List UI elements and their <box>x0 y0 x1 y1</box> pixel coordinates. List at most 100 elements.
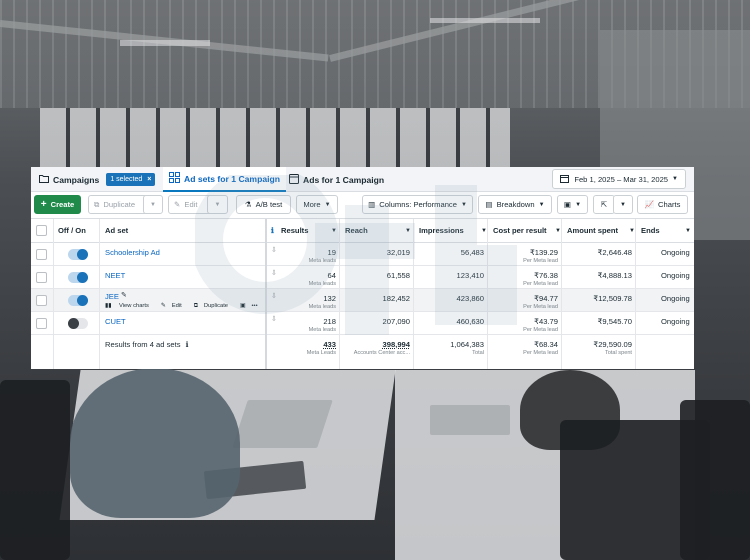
summary-row: Results from 4 ad sets ℹ 433 Meta Leads 3… <box>31 335 694 365</box>
breakdown-label: Breakdown <box>496 200 535 209</box>
chair <box>680 400 750 560</box>
reports-button[interactable]: ▣ ▼ <box>557 195 588 214</box>
results-cell: 218 Meta leads <box>271 312 336 335</box>
impressions-value: 56,483 <box>460 248 484 257</box>
row-checkbox[interactable] <box>36 295 47 306</box>
impressions-value: 460,630 <box>456 317 484 326</box>
clear-selection-icon[interactable]: × <box>147 176 151 183</box>
ad-set-name-link[interactable]: Schoolership Ad <box>105 243 245 266</box>
col-ad-set[interactable]: Ad set <box>105 226 128 235</box>
edit-link-label: Edit <box>171 303 182 309</box>
row-checkbox[interactable] <box>36 249 47 260</box>
charts-button[interactable]: 📈 Charts <box>637 195 688 214</box>
chart-icon: ▮▮ <box>105 303 113 309</box>
export-dropdown[interactable]: ▼ <box>613 195 633 214</box>
reach-cell: 207,090 <box>339 312 410 335</box>
spent-cell: ₹12,509.78 <box>561 289 632 312</box>
duplicate-link-label: Duplicate <box>203 303 229 309</box>
duplicate-link[interactable]: ⧉ Duplicate <box>194 303 234 310</box>
delivery-toggle[interactable] <box>68 295 88 306</box>
col-impressions[interactable]: Impressions <box>419 226 464 235</box>
ad-set-name-link[interactable]: NEET <box>105 266 245 289</box>
window <box>40 108 510 168</box>
table-row[interactable]: NEET ⇩ 64 Meta leads 61,558 123,410 ₹76.3… <box>31 266 694 289</box>
select-all-checkbox[interactable] <box>36 225 47 236</box>
ceiling-light <box>430 18 540 23</box>
spent-value: ₹4,888.13 <box>597 271 632 280</box>
col-off-on[interactable]: Off / On <box>58 226 86 235</box>
rename-pencil-icon[interactable]: ✎ <box>121 291 127 299</box>
delivery-toggle[interactable] <box>68 272 88 283</box>
tab-ad-sets-label: Ad sets for 1 Campaign <box>184 173 280 184</box>
more-button[interactable]: More ▼ <box>296 195 338 214</box>
column-divider <box>561 219 562 369</box>
columns-label: Columns: Performance <box>379 200 457 209</box>
cpr-label: Per Meta lead <box>523 327 558 333</box>
column-divider <box>99 219 100 369</box>
image-icon[interactable]: ▣ <box>240 303 245 310</box>
more-actions-icon[interactable]: ••• <box>252 303 258 310</box>
results-cell: 19 Meta leads <box>271 243 336 266</box>
reach-cell: 32,019 <box>339 243 410 266</box>
summary-spent-label: Total spent <box>604 350 632 356</box>
results-cell: 64 Meta leads <box>271 266 336 289</box>
summary-cpr: ₹68.34 Per Meta lead <box>487 335 558 358</box>
ad-icon <box>289 173 299 186</box>
cpr-cell: ₹43.79 Per Meta lead <box>487 312 558 335</box>
spent-cell: ₹4,888.13 <box>561 266 632 289</box>
spent-cell: ₹9,545.70 <box>561 312 632 335</box>
tab-campaigns[interactable]: Campaigns 1 selected × <box>39 167 156 192</box>
edit-label: Edit <box>184 200 198 209</box>
impressions-cell: 460,630 <box>413 312 484 335</box>
cpr-cell: ₹139.29 Per Meta lead <box>487 243 558 266</box>
impressions-cell: 56,483 <box>413 243 484 266</box>
col-ends[interactable]: Ends <box>641 226 660 235</box>
tab-ad-sets[interactable]: Ad sets for 1 Campaign <box>163 167 286 192</box>
summary-spent: ₹29,590.09 Total spent <box>561 335 632 358</box>
duplicate-icon: ⧉ <box>193 303 198 309</box>
delivery-toggle[interactable] <box>68 249 88 260</box>
breakdown-button[interactable]: ▤ Breakdown ▼ <box>478 195 552 214</box>
ends-cell: Ongoing <box>661 248 690 257</box>
chevron-down-icon: ▼ <box>672 176 678 182</box>
col-amount-spent[interactable]: Amount spent <box>567 226 618 235</box>
results-label: Meta leads <box>308 281 336 287</box>
col-cost-per-result[interactable]: Cost per result <box>493 226 547 235</box>
info-icon: ℹ <box>271 226 274 235</box>
table-row[interactable]: Schoolership Ad ⇩ 19 Meta leads 32,019 56… <box>31 243 694 266</box>
grid-icon <box>169 172 180 185</box>
chair <box>0 380 70 560</box>
summary-cpr-value: ₹68.34 <box>534 340 558 349</box>
col-reach[interactable]: Reach <box>345 226 368 235</box>
cpr-value: ₹94.77 <box>534 294 558 303</box>
spent-value: ₹2,646.48 <box>597 248 632 257</box>
columns-button[interactable]: ▥ Columns: Performance ▼ <box>362 195 473 214</box>
edit-dropdown[interactable]: ▼ <box>207 195 228 214</box>
summary-reach-value: 398,994 <box>382 340 410 349</box>
edit-link[interactable]: ✎ Edit <box>161 303 188 310</box>
chevron-down-icon: ▼ <box>620 201 626 208</box>
delivery-toggle[interactable] <box>68 318 88 329</box>
duplicate-dropdown[interactable]: ▼ <box>143 195 163 214</box>
selected-count: 1 selected <box>110 176 143 183</box>
row-actions: ▮▮ View charts ✎ Edit ⧉ Duplicate ▣ ••• <box>105 303 264 310</box>
view-charts-link[interactable]: ▮▮ View charts <box>105 303 155 310</box>
reach-value: 207,090 <box>382 317 410 326</box>
table-row[interactable]: JEE ✎ ▮▮ View charts ✎ Edit ⧉ Duplicate ▣ … <box>31 289 694 312</box>
summary-label-text: Results from 4 ad sets <box>105 340 181 349</box>
table-row[interactable]: CUET ⇩ 218 Meta leads 207,090 460,630 ₹43… <box>31 312 694 335</box>
row-checkbox[interactable] <box>36 318 47 329</box>
ad-set-name-link[interactable]: CUET <box>105 312 245 335</box>
cpr-label: Per Meta lead <box>523 281 558 287</box>
date-range-picker[interactable]: Feb 1, 2025 – Mar 31, 2025 ▼ <box>552 169 686 189</box>
tab-ads[interactable]: Ads for 1 Campaign <box>289 167 384 192</box>
selected-badge[interactable]: 1 selected × <box>106 173 156 186</box>
col-results[interactable]: Results <box>281 226 308 235</box>
row-checkbox[interactable] <box>36 272 47 283</box>
export-button[interactable]: ⇱ <box>593 195 615 214</box>
create-button[interactable]: + Create <box>34 195 81 214</box>
laptop <box>232 400 333 448</box>
chevron-down-icon: ▼ <box>538 201 545 208</box>
ab-test-button[interactable]: ⚗ A/B test <box>236 195 291 214</box>
col-reach-sort-icon: ▼ <box>405 227 411 234</box>
